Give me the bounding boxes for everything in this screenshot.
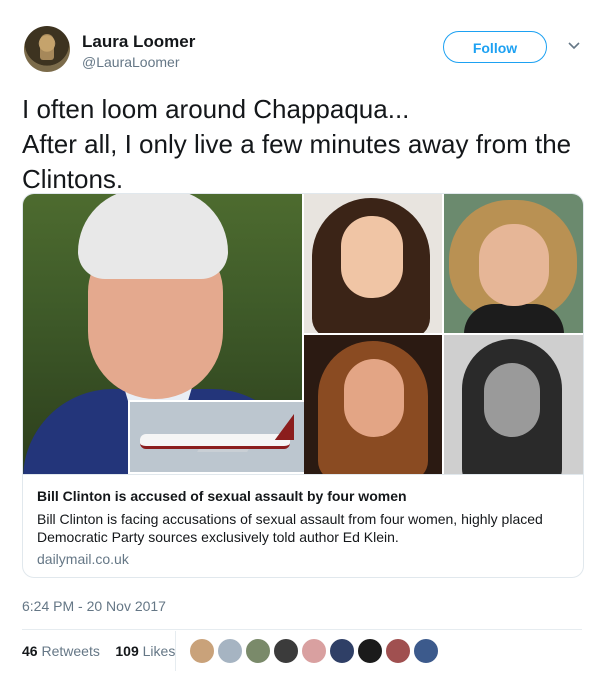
liker-avatar[interactable] — [273, 638, 299, 664]
liker-avatars — [189, 638, 441, 664]
card-title: Bill Clinton is accused of sexual assaul… — [37, 488, 407, 504]
retweets-count: 46 — [22, 643, 38, 659]
photo-woman-3 — [304, 335, 442, 474]
liker-avatar[interactable] — [385, 638, 411, 664]
card-media[interactable] — [23, 194, 583, 474]
liker-avatar[interactable] — [329, 638, 355, 664]
retweets-stat[interactable]: 46 Retweets — [22, 643, 100, 659]
card-description: Bill Clinton is facing accusations of se… — [37, 511, 543, 545]
photo-woman-1 — [304, 194, 442, 333]
author-name[interactable]: Laura Loomer — [82, 32, 195, 52]
tweet-header: Laura Loomer @LauraLoomer Follow — [24, 26, 584, 76]
liker-avatar[interactable] — [357, 638, 383, 664]
link-card[interactable]: Bill Clinton is accused of sexual assaul… — [22, 193, 584, 578]
tweet-text: I often loom around Chappaqua... After a… — [22, 94, 572, 194]
liker-avatar[interactable] — [217, 638, 243, 664]
divider — [22, 629, 582, 630]
photo-woman-2 — [444, 194, 583, 333]
likes-count: 109 — [115, 643, 139, 659]
liker-avatar[interactable] — [301, 638, 327, 664]
liker-avatar[interactable] — [245, 638, 271, 664]
liker-avatar[interactable] — [413, 638, 439, 664]
avatar[interactable] — [24, 26, 70, 72]
tweet-timestamp[interactable]: 6:24 PM - 20 Nov 2017 — [22, 598, 166, 614]
tweet-stats: 46 Retweets 109 Likes — [22, 643, 175, 659]
card-domain: dailymail.co.uk — [37, 551, 129, 567]
stats-separator — [175, 631, 176, 671]
chevron-down-icon[interactable] — [567, 39, 581, 53]
author-handle[interactable]: @LauraLoomer — [82, 54, 180, 70]
card-body[interactable]: Bill Clinton is accused of sexual assaul… — [23, 474, 583, 577]
photo-woman-4 — [444, 335, 583, 474]
likes-stat[interactable]: 109 Likes — [115, 643, 175, 659]
retweets-label: Retweets — [41, 643, 100, 659]
liker-avatar[interactable] — [189, 638, 215, 664]
follow-button[interactable]: Follow — [443, 31, 547, 63]
likes-label: Likes — [142, 643, 176, 659]
photo-plane — [128, 400, 314, 474]
